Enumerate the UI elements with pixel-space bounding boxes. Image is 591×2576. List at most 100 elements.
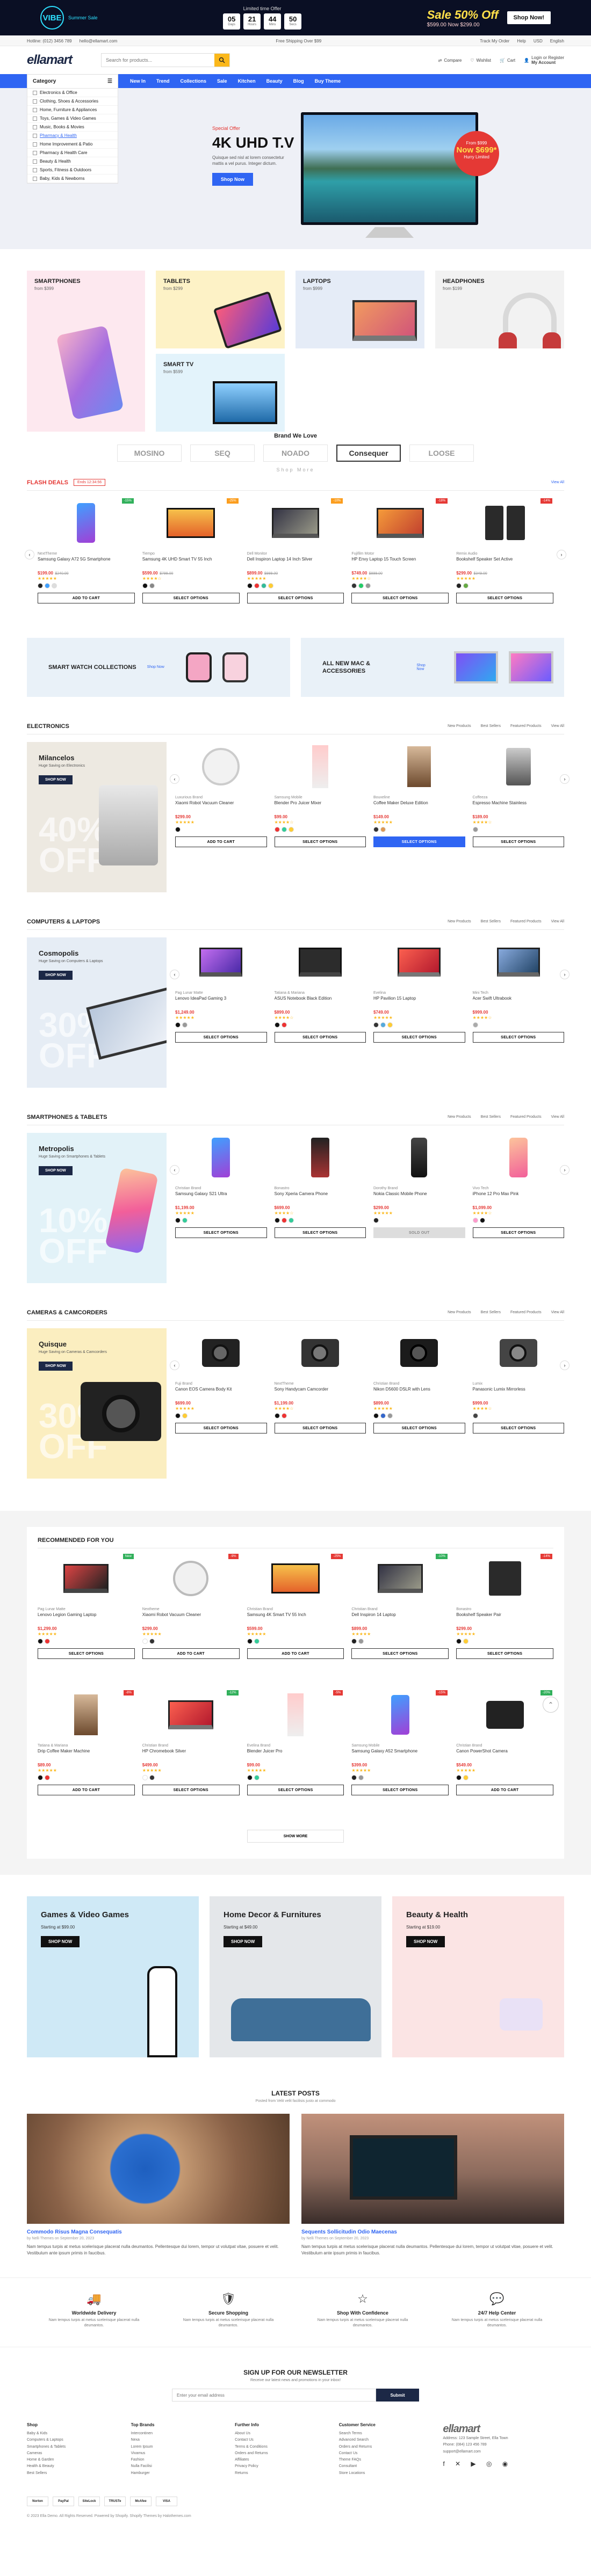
select-options-button[interactable]: SELECT OPTIONS	[456, 593, 553, 603]
currency-select[interactable]: USD	[534, 39, 543, 43]
prev-arrow-button[interactable]: ‹	[170, 1165, 179, 1175]
product-action-button[interactable]: ADD TO CART	[247, 1648, 344, 1659]
email-link[interactable]: hello@ellamart.com	[80, 39, 118, 43]
category-banner[interactable]: Metropolis Huge Saving on Smartphones & T…	[27, 1133, 167, 1283]
product-card[interactable]: -18% Fujifilm Motor HP Envy Laptop 15 To…	[351, 498, 449, 627]
product-card[interactable]: -15% NextTheme Samsung Galaxy A72 5G Sma…	[38, 498, 135, 627]
color-swatches[interactable]	[247, 1775, 344, 1780]
cart-link[interactable]: 🛒 Cart	[500, 58, 515, 63]
product-card[interactable]: -15% Samsung Mobile Samsung Galaxy A52 Sma…	[351, 1690, 449, 1819]
tab-view-all[interactable]: View All	[551, 1311, 564, 1314]
newsletter-submit-button[interactable]: Submit	[376, 2389, 419, 2402]
account-link[interactable]: 👤 Login or Register My Account	[524, 55, 564, 65]
nav-kitchen[interactable]: Kitchen	[238, 78, 256, 84]
product-action-button[interactable]: SELECT OPTIONS	[351, 1785, 449, 1795]
nav-blog[interactable]: Blog	[293, 78, 304, 84]
post-card[interactable]: Sequents Sollicitudin Odio Maecenas by N…	[301, 2114, 564, 2256]
select-options-button[interactable]: SELECT OPTIONS	[142, 593, 240, 603]
product-card[interactable]: Pag Lunar Matte Lenovo IdeaPad Gaming 3 $1…	[175, 937, 267, 1066]
product-card[interactable]: Christian Brand Nikon D5600 DSLR with Len…	[373, 1328, 465, 1457]
category-item[interactable]: Electronics & Office	[27, 89, 118, 97]
product-card[interactable]: New Pag Lunar Matte Lenovo Legion Gaming L…	[38, 1554, 135, 1683]
site-logo[interactable]: ellamart	[27, 53, 73, 68]
product-card[interactable]: -12% Christian Brand HP Chromebook Silver $…	[142, 1690, 240, 1819]
shop-now-button[interactable]: SHOP NOW	[39, 1362, 73, 1371]
product-name[interactable]: Xiaomi Robot Vacuum Cleaner	[142, 1612, 240, 1624]
product-action-button[interactable]: SELECT OPTIONS	[38, 1648, 135, 1659]
product-card[interactable]: Vivo Tech iPhone 12 Pro Max Pink $1,099.00…	[472, 1133, 564, 1262]
next-arrow-button[interactable]: ›	[560, 1165, 570, 1175]
footer-logo[interactable]: ellamart	[443, 2422, 564, 2435]
select-options-button[interactable]: SELECT OPTIONS	[472, 836, 564, 847]
product-name[interactable]: Bookshelf Speaker Pair	[456, 1612, 553, 1624]
brands-more-link[interactable]: Shop More	[0, 467, 591, 472]
color-swatches[interactable]	[38, 1639, 135, 1644]
select-options-button[interactable]: SELECT OPTIONS	[175, 1227, 267, 1238]
next-arrow-button[interactable]: ›	[560, 1360, 570, 1370]
hero-shop-button[interactable]: Shop Now	[212, 173, 253, 186]
product-action-button[interactable]: ADD TO CART	[142, 1648, 240, 1659]
category-item[interactable]: Sports, Fitness & Outdoors	[27, 166, 118, 174]
product-action-button[interactable]: SELECT OPTIONS	[247, 1785, 344, 1795]
tab-new-products[interactable]: New Products	[448, 1115, 471, 1119]
product-name[interactable]: Canon PowerShot Camera	[456, 1749, 553, 1760]
category-banner[interactable]: Cosmopolis Huge Saving on Computers & Lap…	[27, 937, 167, 1088]
product-card[interactable]: Lumix Panasonic Lumix Mirrorless $999.00 ★★…	[472, 1328, 564, 1457]
post-title[interactable]: Commodo Risus Magna Consequatis	[27, 2229, 290, 2235]
tab-view-all[interactable]: View All	[551, 920, 564, 923]
banner-smart-watch[interactable]: SMART WATCH COLLECTIONS Shop Now	[27, 638, 290, 697]
product-card[interactable]: -5% Evelina Brand Blender Juicer Pro $99.00…	[247, 1690, 344, 1819]
product-card[interactable]: -10% Dell Monitor Dell Inspiron Laptop 1…	[247, 498, 344, 627]
select-options-button[interactable]: SELECT OPTIONS	[472, 1227, 564, 1238]
tab-new-products[interactable]: New Products	[448, 1311, 471, 1314]
category-item[interactable]: Clothing, Shoes & Accessories	[27, 97, 118, 106]
product-name[interactable]: Lenovo Legion Gaming Laptop	[38, 1612, 135, 1624]
next-arrow-button[interactable]: ›	[557, 550, 566, 559]
compare-link[interactable]: ⇄ Compare	[438, 58, 462, 63]
product-card[interactable]: -9% Nextheme Xiaomi Robot Vacuum Cleaner $2…	[142, 1554, 240, 1683]
tab-featured[interactable]: Featured Products	[510, 920, 542, 923]
select-options-button[interactable]: SELECT OPTIONS	[175, 1032, 267, 1043]
tab-new-products[interactable]: New Products	[448, 724, 471, 728]
shop-now-button[interactable]: SHOP NOW	[41, 1935, 80, 1947]
color-swatches[interactable]	[456, 1639, 553, 1644]
color-swatches[interactable]	[351, 1775, 449, 1780]
category-item[interactable]: Pharmacy & Health Care	[27, 149, 118, 157]
color-swatches[interactable]	[247, 1639, 344, 1644]
nav-beauty[interactable]: Beauty	[266, 78, 283, 84]
banner-home-decor[interactable]: Home Decor & Furnitures Starting at $49.0…	[210, 1896, 381, 2057]
brand-logo[interactable]: Consequer	[336, 445, 401, 462]
tile-laptops[interactable]: LAPTOPS from $999	[296, 271, 424, 348]
tab-new-products[interactable]: New Products	[448, 920, 471, 923]
search-button[interactable]	[214, 54, 230, 67]
color-swatches[interactable]	[142, 1775, 240, 1780]
shop-now-button[interactable]: SHOP NOW	[39, 775, 73, 784]
product-card[interactable]: -14% Bonastro Bookshelf Speaker Pair $299.0…	[456, 1554, 553, 1683]
category-item[interactable]: Baby, Kids & Newborns	[27, 174, 118, 183]
nav-trend[interactable]: Trend	[156, 78, 170, 84]
category-banner[interactable]: Milancelos Huge Saving on Electronics SHO…	[27, 742, 167, 892]
category-button[interactable]: Category ☰	[27, 74, 118, 88]
brand-logo[interactable]: MOSINO	[117, 445, 182, 462]
color-swatches[interactable]	[456, 1775, 553, 1780]
product-card[interactable]: Christian Brand Samsung Galaxy S21 Ultra $…	[175, 1133, 267, 1262]
color-swatches[interactable]	[38, 1775, 135, 1780]
product-action-button[interactable]: SELECT OPTIONS	[456, 1648, 553, 1659]
product-card[interactable]: NextTheme Sony Handycam Camcorder $1,199.0…	[274, 1328, 366, 1457]
back-to-top-button[interactable]: ⌃	[543, 1697, 559, 1713]
brand-logo[interactable]: LOOSE	[409, 445, 474, 462]
tab-view-all[interactable]: View All	[551, 724, 564, 728]
select-options-button[interactable]: SELECT OPTIONS	[247, 593, 344, 603]
product-action-button[interactable]: ADD TO CART	[38, 1785, 135, 1795]
product-card[interactable]: Bonastro Sony Xperia Camera Phone $699.00 ★…	[274, 1133, 366, 1262]
product-card[interactable]: -20% Christian Brand Canon PowerShot Camer…	[456, 1690, 553, 1819]
promo-shop-button[interactable]: Shop Now!	[507, 11, 551, 24]
tab-featured[interactable]: Featured Products	[510, 724, 542, 728]
shop-now-link[interactable]: Shop Now	[416, 664, 432, 671]
product-name[interactable]: Samsung Galaxy A52 Smartphone	[351, 1749, 449, 1760]
select-options-button[interactable]: SELECT OPTIONS	[274, 1227, 366, 1238]
nav-new-in[interactable]: New In	[130, 78, 146, 84]
shop-now-link[interactable]: Shop Now	[147, 665, 164, 669]
select-options-button[interactable]: SELECT OPTIONS	[274, 1423, 366, 1433]
brand-logo[interactable]: NOADO	[263, 445, 328, 462]
